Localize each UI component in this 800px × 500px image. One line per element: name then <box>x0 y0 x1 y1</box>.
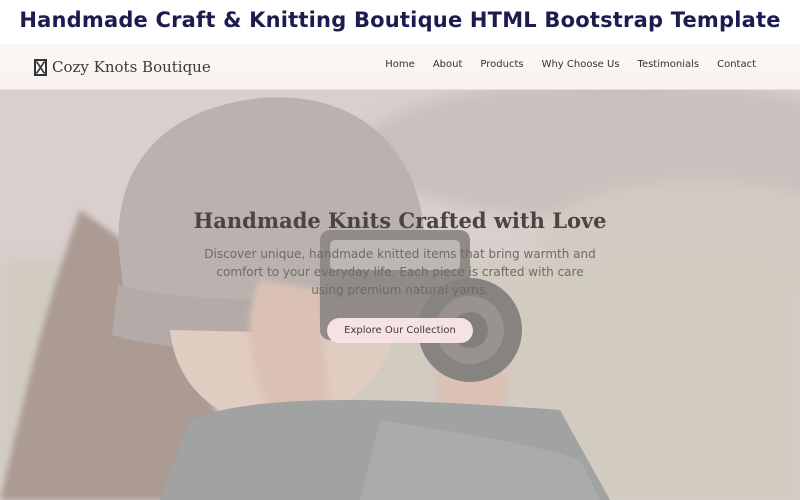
nav-link-contact[interactable]: Contact <box>717 59 756 70</box>
nav-link-testimonials[interactable]: Testimonials <box>638 59 700 70</box>
hero-title: Handmade Knits Crafted with Love <box>193 208 607 233</box>
hero-content: Handmade Knits Crafted with Love Discove… <box>0 208 800 343</box>
nav-link-home[interactable]: Home <box>385 59 415 70</box>
nav-links: Home About Products Why Choose Us Testim… <box>385 59 756 70</box>
hero-description: Discover unique, handmade knitted items … <box>204 247 596 297</box>
nav-link-why-choose-us[interactable]: Why Choose Us <box>542 59 620 70</box>
hourglass-icon <box>34 58 47 76</box>
brand-name: Cozy Knots Boutique <box>52 58 211 76</box>
brand-link[interactable]: Cozy Knots Boutique <box>34 56 211 78</box>
nav-link-about[interactable]: About <box>433 59 463 70</box>
banner-title: Handmade Craft & Knitting Boutique HTML … <box>19 8 781 32</box>
explore-collection-button[interactable]: Explore Our Collection <box>327 318 473 343</box>
page-banner: Handmade Craft & Knitting Boutique HTML … <box>0 0 800 44</box>
nav-link-products[interactable]: Products <box>480 59 523 70</box>
hero-section: Handmade Knits Crafted with Love Discove… <box>0 90 800 500</box>
navbar: Cozy Knots Boutique Home About Products … <box>0 44 800 90</box>
